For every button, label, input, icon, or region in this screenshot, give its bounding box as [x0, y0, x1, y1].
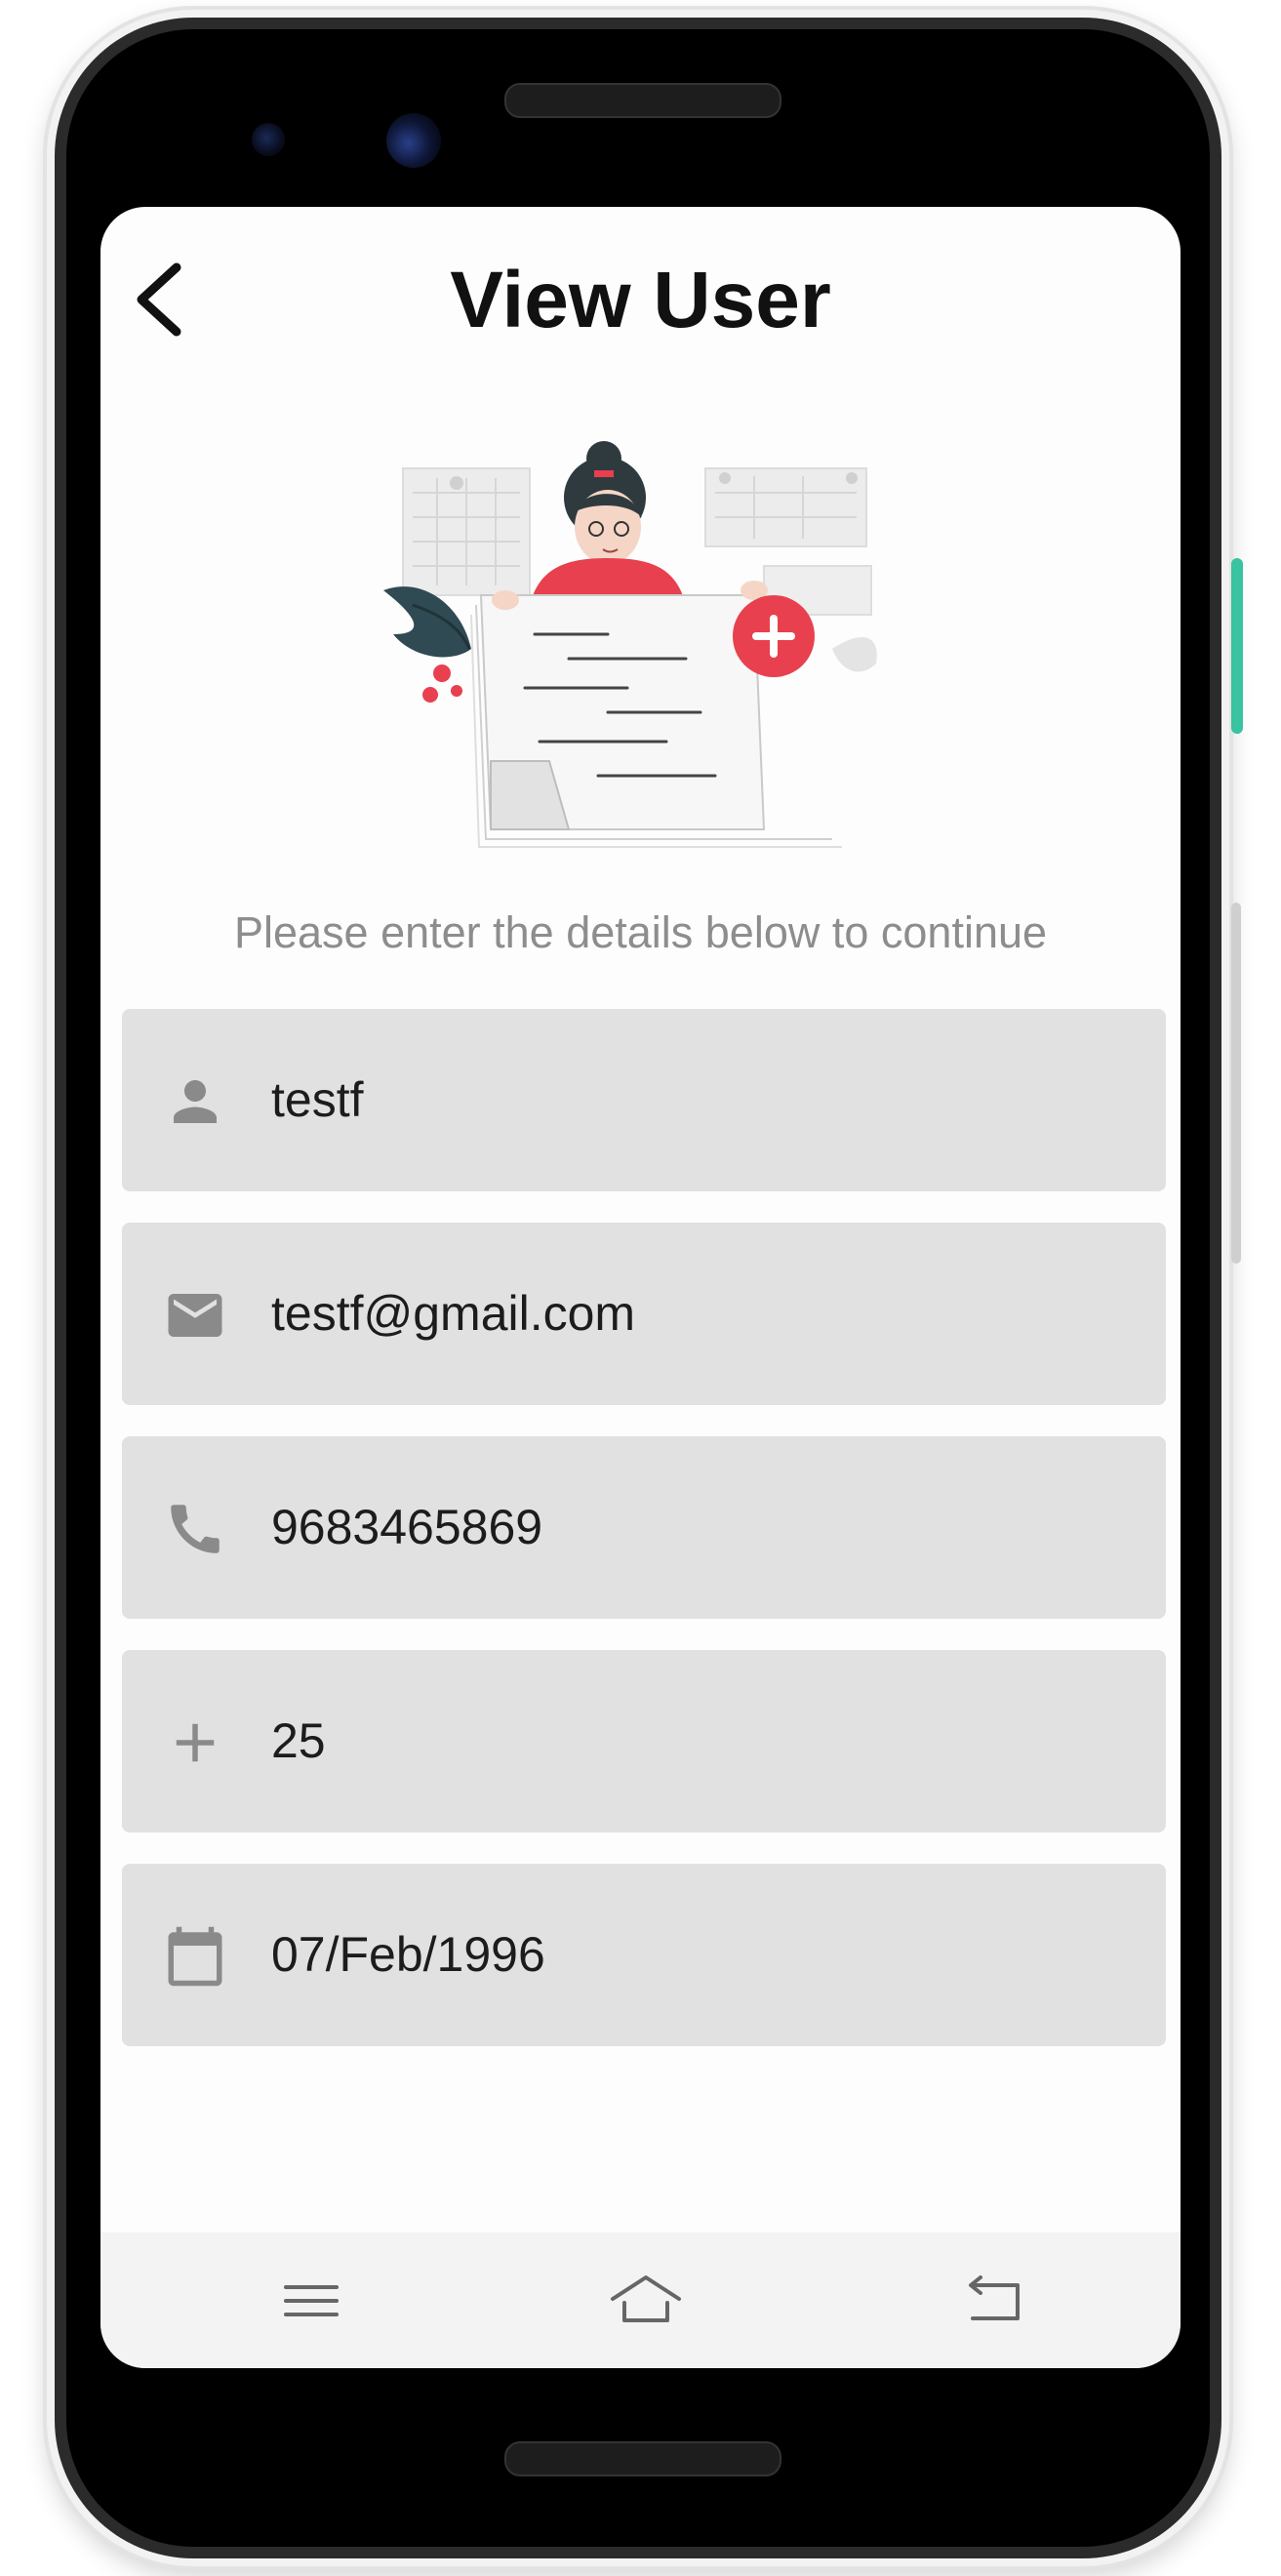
email-value: testf@gmail.com: [271, 1286, 636, 1341]
home-button[interactable]: [607, 2262, 685, 2340]
volume-button[interactable]: [1231, 903, 1241, 1264]
front-camera-icon: [386, 113, 441, 168]
page-title: View User: [450, 256, 831, 344]
system-navigation-bar: [100, 2233, 1181, 2368]
phone-value: 9683465869: [271, 1500, 543, 1554]
plus-icon: [176, 1723, 215, 1762]
email-field[interactable]: testf@gmail.com: [122, 1223, 1166, 1405]
earpiece-speaker: [504, 83, 781, 118]
calendar-icon: [168, 1926, 222, 1987]
dob-value: 07/Feb/1996: [271, 1927, 545, 1982]
name-value: testf: [271, 1072, 364, 1127]
email-icon: [168, 1294, 222, 1337]
back-icon: [969, 2275, 1020, 2320]
phone-icon: [171, 1505, 220, 1553]
person-icon: [174, 1080, 217, 1123]
system-back-button[interactable]: [955, 2262, 1033, 2340]
phone-field[interactable]: 9683465869: [122, 1436, 1166, 1619]
instruction-text: Please enter the details below to contin…: [233, 907, 1048, 957]
name-field[interactable]: testf: [122, 1009, 1166, 1191]
add-user-illustration: [383, 441, 877, 848]
age-field[interactable]: 25: [122, 1650, 1166, 1832]
dob-field[interactable]: 07/Feb/1996: [122, 1864, 1166, 2046]
power-button[interactable]: [1231, 558, 1243, 734]
home-icon: [611, 2275, 681, 2322]
menu-icon: [284, 2285, 339, 2316]
sensor-icon: [252, 123, 285, 156]
age-value: 25: [271, 1713, 326, 1768]
recent-apps-button[interactable]: [272, 2262, 350, 2340]
app-screen: View User Please enter the details below…: [100, 207, 1181, 2368]
bottom-speaker: [504, 2441, 781, 2476]
